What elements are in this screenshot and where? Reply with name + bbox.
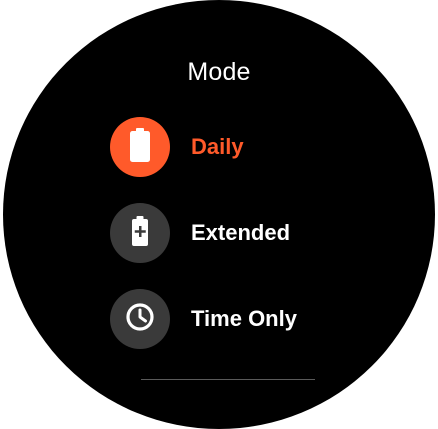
battery-plus-icon bbox=[131, 215, 149, 251]
daily-icon-circle bbox=[110, 117, 170, 177]
extended-icon-circle bbox=[110, 203, 170, 263]
mode-option-label: Daily bbox=[191, 134, 244, 159]
mode-option-label: Extended bbox=[191, 220, 291, 245]
mode-option-daily[interactable]: Daily bbox=[110, 117, 244, 177]
battery-icon bbox=[129, 127, 151, 167]
time-only-icon-circle bbox=[110, 289, 170, 349]
mode-option-label: Time Only bbox=[191, 306, 297, 331]
clock-icon bbox=[125, 302, 155, 337]
list-divider bbox=[141, 379, 315, 380]
mode-option-extended[interactable]: Extended bbox=[110, 203, 290, 263]
page-title: Mode bbox=[187, 58, 251, 86]
watch-face: Mode Daily Extended Time Only bbox=[3, 0, 435, 429]
mode-option-time-only[interactable]: Time Only bbox=[110, 289, 297, 349]
